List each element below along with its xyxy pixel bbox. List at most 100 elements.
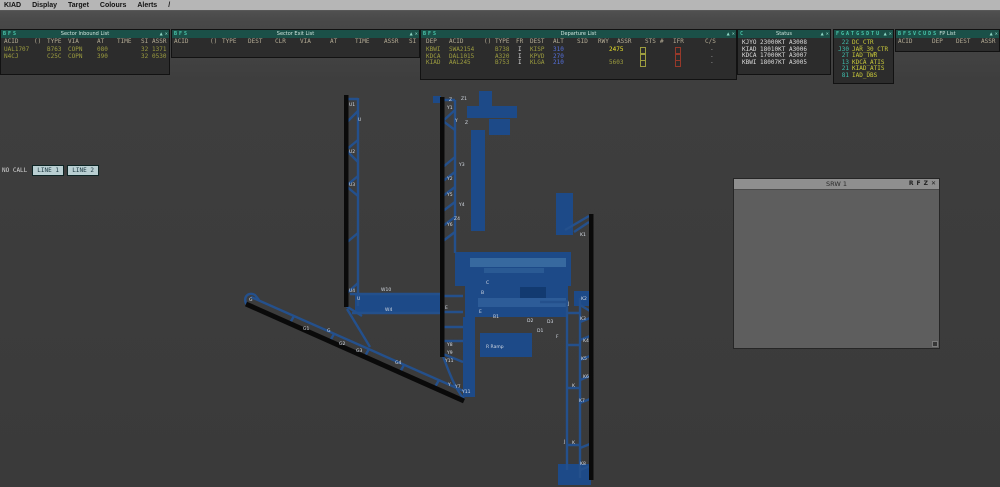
button-line-2[interactable]: LINE 2 — [67, 165, 100, 176]
taxiway-label-y5: Y5 — [446, 192, 453, 198]
button-line-1[interactable]: LINE 1 — [32, 165, 65, 176]
departure-list-button-b[interactable]: B — [423, 30, 426, 38]
srw-buttons: R F Z ✕ — [908, 179, 937, 189]
departure-list-cell: - — [710, 59, 714, 67]
taxiway-label-g1: G1 — [303, 326, 309, 332]
frequency-list-close-icon[interactable]: ✕ — [889, 30, 892, 38]
fp-list-collapse-icon[interactable]: ▲ — [990, 30, 993, 38]
departure-list-button-f[interactable]: F — [428, 30, 431, 38]
sector-inbound-list-col-time: TIME — [117, 38, 132, 45]
sector-inbound-list-cell: 32 — [141, 52, 149, 60]
panel-status: C Status ▲ ✕ KJYO 23000KT A3008 KIAD 18010KT … — [737, 29, 831, 75]
frequency-list-button-d[interactable]: D — [866, 30, 869, 38]
sector-inbound-list-close-icon[interactable]: ✕ — [165, 30, 168, 38]
taxiway-label-k: K — [572, 383, 576, 389]
srw-resize-handle[interactable] — [932, 341, 938, 347]
sector-inbound-list-collapse-icon[interactable]: ▲ — [160, 30, 163, 38]
taxiway-label-u2: U2 — [349, 149, 355, 155]
taxiway-label-y8: Y8 — [446, 342, 453, 348]
status-collapse-icon[interactable]: ▲ — [821, 30, 824, 38]
frequency-list-titlebar[interactable]: F G A T G S D T U ▲ ✕ — [834, 30, 893, 38]
taxiway-label-k3: K3 — [580, 316, 586, 322]
frequency-list-cell: 81 — [841, 72, 849, 79]
srw-close-icon[interactable]: ✕ — [930, 179, 937, 189]
frequency-list-button-a[interactable]: A — [846, 30, 849, 38]
departure-list-button-s[interactable]: S — [433, 30, 436, 38]
menu-item-alerts[interactable]: Alerts — [137, 2, 157, 9]
frequency-list-button-g[interactable]: G — [856, 30, 859, 38]
sector-inbound-list-button-s[interactable]: S — [13, 30, 16, 38]
frequency-list-button-t[interactable]: T — [851, 30, 854, 38]
sector-inbound-list-col-via: VIA — [68, 38, 79, 45]
srw-window[interactable]: SRW 1 R F Z ✕ — [733, 178, 940, 349]
fp-list-titlebar[interactable]: B F S V C U D S FP List ▲ ✕ — [896, 30, 999, 38]
departure-list-cell: 210 — [553, 59, 564, 67]
status-titlebar[interactable]: C Status ▲ ✕ — [738, 30, 830, 38]
sector-exit-list-titlebar[interactable]: B F S Sector Exit List ▲ ✕ — [172, 30, 419, 38]
departure-list-cell: 5603 — [609, 59, 624, 67]
srw-button-r[interactable]: R — [908, 179, 915, 189]
fp-list-close-icon[interactable]: ✕ — [995, 30, 998, 38]
departure-list-close-icon[interactable]: ✕ — [732, 30, 735, 38]
srw-titlebar[interactable]: SRW 1 R F Z ✕ — [734, 179, 939, 190]
taxiway-label-e: E — [479, 309, 482, 315]
ifr-box[interactable] — [675, 60, 681, 68]
frequency-list-collapse-icon[interactable]: ▲ — [884, 30, 887, 38]
sector-exit-list-collapse-icon[interactable]: ▲ — [410, 30, 413, 38]
frequency-list-button-u[interactable]: U — [876, 30, 879, 38]
menu-item-[interactable]: / — [168, 2, 170, 9]
fp-list-title: FP List — [939, 31, 956, 37]
sector-inbound-list-titlebar[interactable]: B F S Sector Inbound List ▲ ✕ — [1, 30, 169, 38]
fp-list-button-v[interactable]: V — [913, 30, 916, 38]
taxiway-label-k1: K1 — [580, 232, 586, 238]
frequency-list-cell: IAD_DBS — [852, 72, 878, 79]
sector-exit-list-button-b[interactable]: B — [174, 30, 177, 38]
taxiway-label-y7: Y7 — [454, 384, 461, 390]
sector-exit-list-button-f[interactable]: F — [179, 30, 182, 38]
sector-exit-list-close-icon[interactable]: ✕ — [415, 30, 418, 38]
fp-list-button-f[interactable]: F — [903, 30, 906, 38]
sector-exit-list-col-type: TYPE — [222, 38, 237, 45]
taxiway-label-u: U — [357, 296, 360, 302]
srw-button-z[interactable]: Z — [923, 179, 929, 189]
fp-list-button-s[interactable]: S — [908, 30, 911, 38]
departure-list-col-rwy: RWY — [598, 38, 609, 45]
panel-departure-list: B F S Departure List ▲ ✕ DEP ACID () TYPE FR DEST AL… — [420, 29, 737, 80]
frequency-list-button-s[interactable]: S — [861, 30, 864, 38]
status-button-c[interactable]: C — [740, 30, 743, 38]
menu-item-colours[interactable]: Colours — [100, 2, 126, 9]
sector-inbound-list-button-f[interactable]: F — [8, 30, 11, 38]
apron-areas — [355, 91, 591, 485]
srw-button-f[interactable]: F — [916, 179, 922, 189]
fp-list-button-c[interactable]: C — [918, 30, 921, 38]
sector-exit-list-window-controls: ▲ ✕ — [410, 30, 418, 38]
taxiway-label-z: Z — [465, 120, 468, 126]
sector-inbound-list-button-b[interactable]: B — [3, 30, 6, 38]
panel-frequency-list: F G A T G S D T U ▲ ✕ 22 DC_CTR J30 JAR_30_CTR 2T IAD_TW… — [833, 29, 894, 84]
panel-sector-exit-list: B F S Sector Exit List ▲ ✕ ACID () TYPE DEST CLR VI… — [171, 29, 420, 58]
departure-list-col-: () — [484, 38, 492, 45]
menu-item-target[interactable]: Target — [68, 2, 89, 9]
taxiway-label-d2: D2 — [527, 318, 533, 324]
taxiway-label-g: G — [249, 297, 253, 303]
fp-list-button-d[interactable]: D — [928, 30, 931, 38]
departure-list-titlebar[interactable]: B F S Departure List ▲ ✕ — [421, 30, 736, 38]
frequency-list-button-g[interactable]: G — [841, 30, 844, 38]
sector-exit-list-button-s[interactable]: S — [184, 30, 187, 38]
fp-list-button-u[interactable]: U — [923, 30, 926, 38]
menu-item-kiad[interactable]: KIAD — [4, 2, 21, 9]
taxiway-label-y9: Y9 — [446, 350, 453, 356]
departure-list-collapse-icon[interactable]: ▲ — [727, 30, 730, 38]
sts-box[interactable] — [640, 60, 646, 68]
no-call-strip: NO CALL LINE 1 LINE 2 — [2, 165, 100, 176]
frequency-list-button-f[interactable]: F — [836, 30, 839, 38]
fp-list-button-b[interactable]: B — [898, 30, 901, 38]
status-close-icon[interactable]: ✕ — [826, 30, 829, 38]
frequency-list-button-t[interactable]: T — [871, 30, 874, 38]
fp-list-button-s[interactable]: S — [933, 30, 936, 38]
menu-item-display[interactable]: Display — [32, 2, 57, 9]
taxiway-label-w4: W4 — [385, 307, 392, 313]
taxiway-label-y1: Y1 — [446, 105, 453, 111]
taxiway-label-z1: Z1 — [461, 96, 467, 102]
taxiway-label-d1: D1 — [537, 328, 543, 334]
